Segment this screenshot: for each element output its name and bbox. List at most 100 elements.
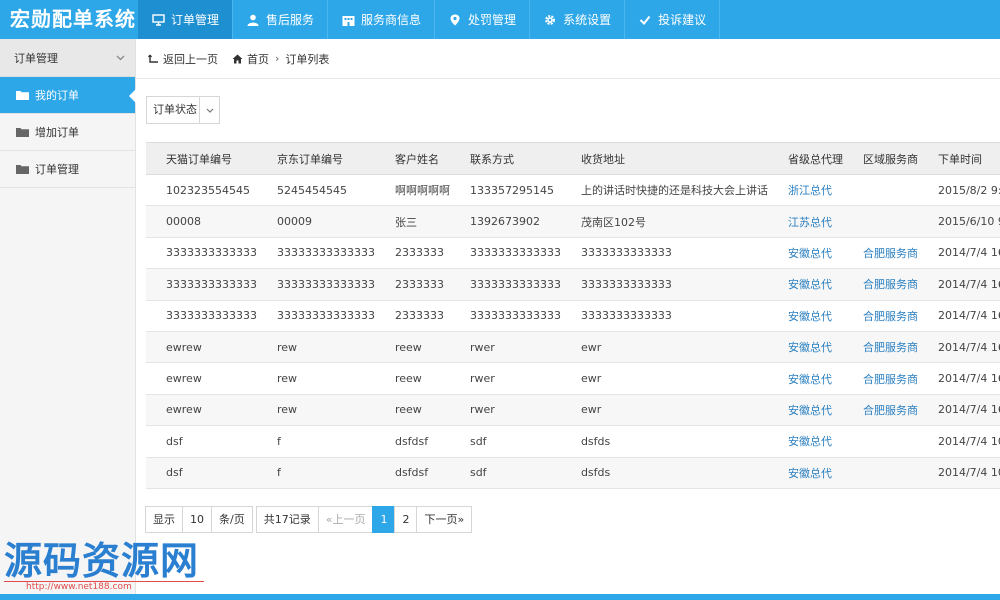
table-row[interactable]: 3333333333333 33333333333333 2333333 333333… <box>146 268 1000 301</box>
table-row[interactable]: ewrewrewreewrwerewr安徽总代合肥服务商2014/7/4 16:… <box>146 331 1000 364</box>
nav-tab-1[interactable]: 售后服务 <box>233 0 329 39</box>
bottom-bar <box>0 594 1000 600</box>
table-cell-link <box>842 457 918 489</box>
sidebar-item-0[interactable]: 我的订单 <box>0 77 136 114</box>
page-number-button[interactable]: 1 <box>372 506 396 533</box>
table-cell-link[interactable]: 安徽总代 <box>767 362 843 395</box>
table-cell: f <box>256 425 375 458</box>
sidebar-header[interactable]: 订单管理 <box>0 39 135 77</box>
table-cell: dsfdsf <box>374 457 450 489</box>
column-header[interactable]: 下单时间 <box>917 142 1000 175</box>
table-cell: 102323554545 <box>146 174 257 207</box>
table-cell-link[interactable]: 安徽总代 <box>767 394 843 427</box>
breadcrumb: 返回上一页 首页 › 订单列表 <box>136 39 1000 79</box>
sidebar: 订单管理 我的订单 增加订单 订单管理 <box>0 39 136 594</box>
table-cell: 3333333333333 <box>146 237 257 270</box>
total-records: 共17记录 <box>255 506 319 533</box>
table-cell-link[interactable]: 浙江总代 <box>767 174 843 207</box>
pagination: 显示 10 条/页 共17记录 «上一页 12 下一页» <box>145 506 473 533</box>
table-cell-link[interactable]: 安徽总代 <box>767 457 843 489</box>
table-cell: 2014/7/4 16:49 <box>917 268 1000 301</box>
table-cell-link[interactable]: 安徽总代 <box>767 268 843 301</box>
table-cell-link[interactable]: 安徽总代 <box>767 237 843 270</box>
table-row[interactable]: ewrewrewreewrwerewr安徽总代合肥服务商2014/7/4 16:… <box>146 362 1000 395</box>
table-cell: 上的讲话时快捷的还是科技大会上讲话 <box>560 174 768 207</box>
table-cell-link[interactable]: 合肥服务商 <box>842 300 918 332</box>
table-cell: sdf <box>449 425 561 458</box>
column-header[interactable]: 收货地址 <box>560 142 768 175</box>
table-cell: 2014/7/4 16:49 <box>917 362 1000 395</box>
column-header[interactable]: 联系方式 <box>449 142 561 175</box>
table-cell: 3333333333333 <box>146 300 257 332</box>
folder-icon <box>16 164 29 174</box>
chevron-down-icon <box>199 97 219 123</box>
table-header-row: 天猫订单编号 京东订单编号 客户姓名 联系方式 收货地址 省级总代理 区域服务商 下单时间 <box>146 142 1000 175</box>
table-row[interactable]: 3333333333333 33333333333333 2333333 333333… <box>146 300 1000 332</box>
table-cell-link[interactable]: 合肥服务商 <box>842 268 918 301</box>
table-cell: dsfds <box>560 457 768 489</box>
table-cell: 茂南区102号 <box>560 205 768 238</box>
column-header[interactable]: 客户姓名 <box>374 142 450 175</box>
table-cell-link[interactable]: 安徽总代 <box>767 300 843 332</box>
table-cell: rew <box>256 331 375 364</box>
breadcrumb-home[interactable]: 首页 <box>247 51 269 67</box>
table-cell: 啊啊啊啊啊 <box>374 174 450 207</box>
table-cell: 1392673902 <box>449 205 561 238</box>
table-cell-link[interactable]: 江苏总代 <box>767 205 843 238</box>
table-cell: ewr <box>560 362 768 395</box>
sidebar-item-label: 我的订单 <box>35 89 79 102</box>
nav-tab-0[interactable]: 订单管理 <box>138 0 234 39</box>
sidebar-item-1[interactable]: 增加订单 <box>0 114 135 151</box>
prev-page-button[interactable]: «上一页 <box>317 506 374 533</box>
nav-tab-3[interactable]: 处罚管理 <box>435 0 531 39</box>
column-header[interactable]: 天猫订单编号 <box>146 142 257 175</box>
table-cell: dsfds <box>560 425 768 458</box>
column-header[interactable]: 京东订单编号 <box>256 142 375 175</box>
order-status-select[interactable]: 订单状态 <box>146 96 220 124</box>
table-cell: 33333333333333 <box>256 300 375 332</box>
table-cell: rwer <box>449 362 561 395</box>
watermark: 源码资源网 http://www.net188.com <box>4 530 204 592</box>
table-cell-link[interactable]: 合肥服务商 <box>842 362 918 395</box>
sidebar-item-2[interactable]: 订单管理 <box>0 151 135 188</box>
table-row[interactable]: dsffdsfdsfsdfdsfds安徽总代 2014/7/4 10:54 <box>146 457 1000 489</box>
table-cell: 3333333333333 <box>449 237 561 270</box>
table-cell: 3333333333333 <box>146 268 257 301</box>
table-cell-link[interactable]: 安徽总代 <box>767 331 843 364</box>
table-row[interactable]: dsffdsfdsfsdfdsfds安徽总代 2014/7/4 10:54 <box>146 425 1000 458</box>
table-cell: 2015/8/2 9:39 <box>917 174 1000 207</box>
table-cell-link[interactable]: 合肥服务商 <box>842 331 918 364</box>
table-cell: rew <box>256 394 375 427</box>
nav-tab-label: 投诉建议 <box>658 13 707 27</box>
table-cell: 00009 <box>256 205 375 238</box>
table-cell: reew <box>374 362 450 395</box>
table-cell-link[interactable]: 合肥服务商 <box>842 394 918 427</box>
table-cell-link <box>842 174 918 207</box>
column-header[interactable]: 省级总代理 <box>767 142 843 175</box>
table-cell: ewr <box>560 394 768 427</box>
back-link[interactable]: 返回上一页 <box>163 51 218 67</box>
table-row[interactable]: 00008 00009 张三 1392673902 茂南区102号 江苏总代 2015/6/… <box>146 205 1000 238</box>
table-cell: 133357295145 <box>449 174 561 207</box>
table-cell-link[interactable]: 合肥服务商 <box>842 237 918 270</box>
table-cell: 5245454545 <box>256 174 375 207</box>
table-cell: 33333333333333 <box>256 268 375 301</box>
table-row[interactable]: ewrewrewreewrwerewr安徽总代合肥服务商2014/7/4 16:… <box>146 394 1000 427</box>
top-nav-bar: 宏勋配单系统 订单管理 售后服务 服务商信息 处罚管理 系统设置 投诉建议 <box>0 0 1000 39</box>
nav-tab-4[interactable]: 系统设置 <box>530 0 626 39</box>
table-row[interactable]: 3333333333333 33333333333333 2333333 333333… <box>146 237 1000 270</box>
table-cell: 2333333 <box>374 237 450 270</box>
table-cell: ewrew <box>146 331 257 364</box>
nav-tab-label: 系统设置 <box>563 13 612 27</box>
building-icon <box>341 13 355 27</box>
table-cell-link[interactable]: 安徽总代 <box>767 425 843 458</box>
table-cell: 3333333333333 <box>560 268 768 301</box>
page-size-input[interactable]: 10 <box>182 506 212 533</box>
nav-tab-2[interactable]: 服务商信息 <box>328 0 436 39</box>
column-header[interactable]: 区域服务商 <box>842 142 918 175</box>
back-arrow-icon <box>148 54 159 64</box>
table-row[interactable]: 102323554545 5245454545 啊啊啊啊啊 133357295145 上… <box>146 174 1000 207</box>
next-page-button[interactable]: 下一页» <box>416 506 473 533</box>
nav-tab-5[interactable]: 投诉建议 <box>625 0 721 39</box>
page-number-button[interactable]: 2 <box>394 506 418 533</box>
